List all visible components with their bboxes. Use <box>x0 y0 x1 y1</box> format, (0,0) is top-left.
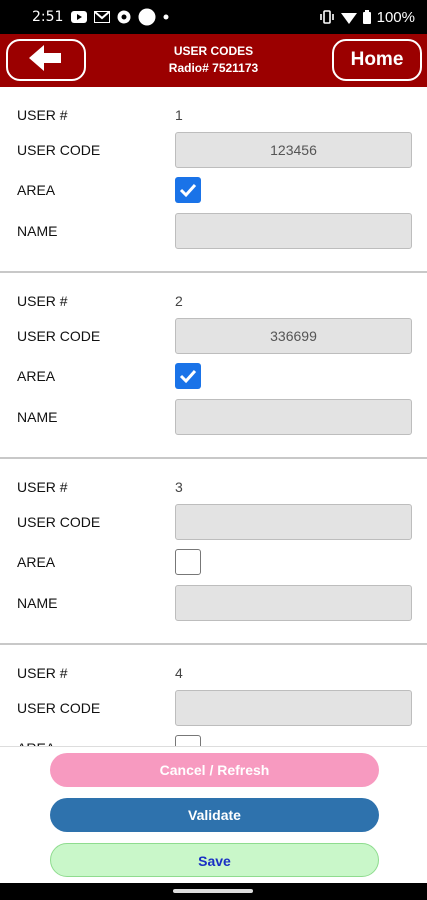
home-gesture-handle[interactable] <box>173 889 253 893</box>
name-label: NAME <box>17 409 58 425</box>
user-code-label: USER CODE <box>17 328 101 344</box>
area-checkbox[interactable] <box>175 363 201 389</box>
user-code-input[interactable] <box>175 690 412 726</box>
user-code-input[interactable] <box>175 504 412 540</box>
area-checkbox[interactable] <box>175 549 201 575</box>
user-number-label: USER # <box>17 479 68 495</box>
name-row: NAME <box>0 585 427 621</box>
name-label: NAME <box>17 223 58 239</box>
user-code-input[interactable]: 336699 <box>175 318 412 354</box>
cancel-refresh-button[interactable]: Cancel / Refresh <box>50 753 379 787</box>
user-number-label: USER # <box>17 293 68 309</box>
user-number-value: 3 <box>175 479 183 495</box>
user-code-row: USER CODE 123456 <box>0 132 427 168</box>
title-line-1: USER CODES <box>173 44 254 58</box>
back-button[interactable] <box>6 39 86 81</box>
user-code-label: USER CODE <box>17 514 101 530</box>
name-input[interactable] <box>175 399 412 435</box>
vibrate-icon <box>319 10 335 24</box>
area-row: AREA <box>0 172 427 208</box>
battery-percent: 100% <box>376 8 415 26</box>
area-label: AREA <box>17 554 56 570</box>
area-row: AREA <box>0 544 427 580</box>
area-checkbox[interactable] <box>175 735 201 746</box>
wifi-icon <box>340 11 357 24</box>
user-code-row: USER CODE <box>0 504 427 540</box>
radio-icon <box>117 10 131 24</box>
check-icon <box>179 183 197 198</box>
name-row: NAME <box>0 213 427 249</box>
validate-button[interactable]: Validate <box>50 798 379 832</box>
user-number-label: USER # <box>17 665 68 681</box>
user-code-row: USER CODE <box>0 690 427 726</box>
user-entry: USER # 1 USER CODE 123456 AREA NAME <box>0 87 427 273</box>
dot-icon <box>163 14 169 20</box>
user-number-value: 1 <box>175 107 183 123</box>
youtube-icon <box>71 11 88 23</box>
user-code-row: USER CODE 336699 <box>0 318 427 354</box>
area-label: AREA <box>17 368 56 384</box>
user-number-row: USER # 4 <box>0 655 427 691</box>
name-label: NAME <box>17 595 58 611</box>
user-number-row: USER # 2 <box>0 283 427 319</box>
name-input[interactable] <box>175 213 412 249</box>
user-entry: USER # 2 USER CODE 336699 AREA NAME <box>0 273 427 459</box>
status-time: 2:51 <box>32 9 64 25</box>
user-entry: USER # 4 USER CODE AREA NAME <box>0 645 427 746</box>
circle-icon <box>138 8 156 26</box>
user-code-label: USER CODE <box>17 700 101 716</box>
name-row: NAME <box>0 399 427 435</box>
user-number-value: 4 <box>175 665 183 681</box>
battery-icon <box>362 10 371 24</box>
user-number-value: 2 <box>175 293 183 309</box>
user-number-label: USER # <box>17 107 68 123</box>
area-row: AREA <box>0 358 427 394</box>
area-label: AREA <box>17 182 56 198</box>
user-entry: USER # 3 USER CODE AREA NAME <box>0 459 427 645</box>
user-list[interactable]: USER # 1 USER CODE 123456 AREA NAME USER… <box>0 87 427 746</box>
user-code-input[interactable]: 123456 <box>175 132 412 168</box>
app-header: USER CODES Radio# 7521173 Home <box>0 34 427 87</box>
title-line-2: Radio# 7521173 <box>168 61 259 75</box>
home-button[interactable]: Home <box>332 39 422 81</box>
check-icon <box>179 369 197 384</box>
area-row: AREA <box>0 730 427 746</box>
gmail-icon <box>94 11 111 23</box>
page-title: USER CODES Radio# 7521173 <box>110 43 317 77</box>
status-bar: 2:51 100% <box>0 0 427 34</box>
area-checkbox[interactable] <box>175 177 201 203</box>
arrow-left-icon <box>29 44 63 76</box>
system-nav-bar <box>0 883 427 900</box>
action-footer: Cancel / Refresh Validate Save <box>0 746 427 883</box>
name-input[interactable] <box>175 585 412 621</box>
user-number-row: USER # 3 <box>0 469 427 505</box>
user-number-row: USER # 1 <box>0 97 427 133</box>
save-button[interactable]: Save <box>50 843 379 877</box>
user-code-label: USER CODE <box>17 142 101 158</box>
